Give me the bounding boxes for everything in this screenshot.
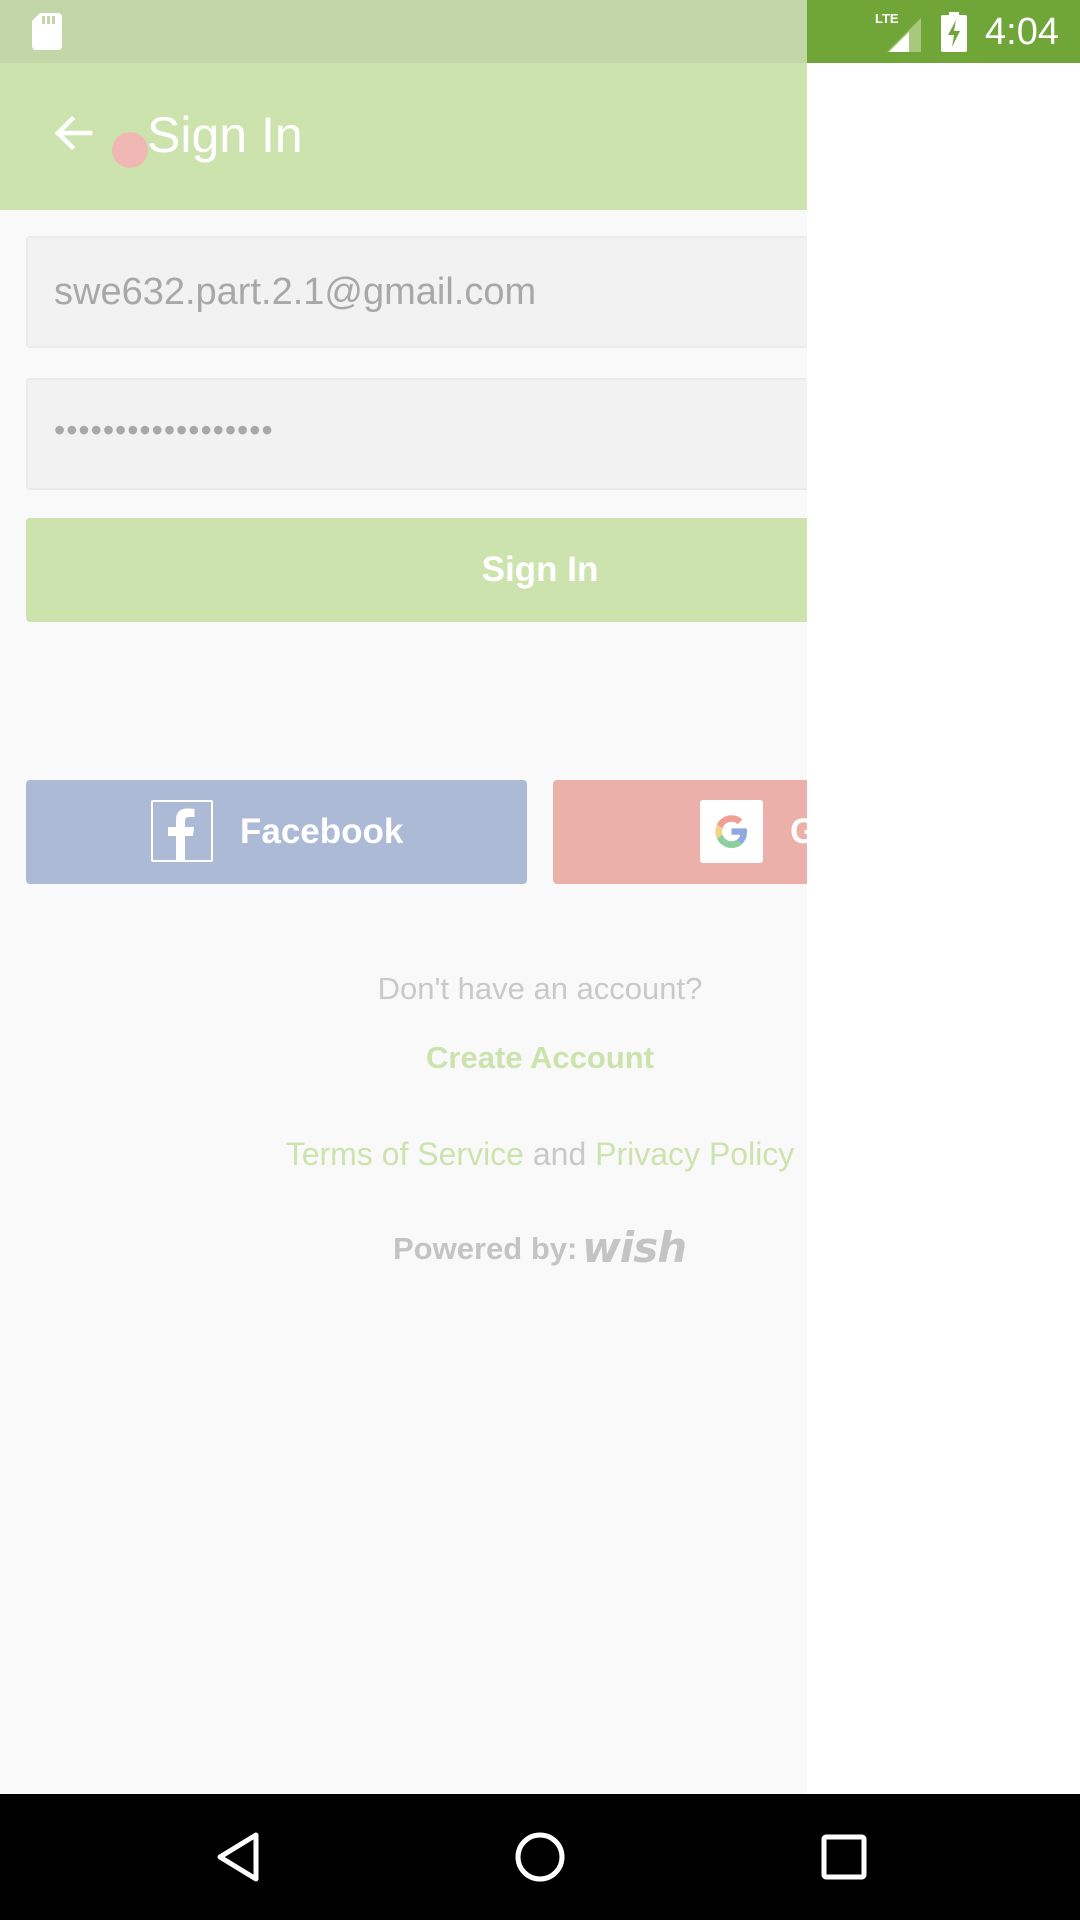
touch-indicator [112, 132, 148, 168]
password-field[interactable]: •••••••••••••••••• [26, 378, 807, 490]
app-bar: Sign In [0, 63, 807, 210]
nav-home-icon[interactable] [510, 1827, 570, 1887]
wish-logo: wish [582, 1223, 687, 1272]
facebook-icon [151, 800, 213, 862]
nav-recents-icon[interactable] [814, 1827, 874, 1887]
email-value: swe632.part.2.1@gmail.com [54, 271, 537, 313]
arrow-back-icon [54, 115, 93, 151]
google-icon [700, 800, 763, 863]
google-label: G [790, 812, 807, 851]
sign-in-screen: Sign In swe632.part.2.1@gmail.com ••••••… [0, 63, 807, 1794]
no-account-text: Don't have an account? [377, 971, 703, 1006]
sign-in-button[interactable]: Sign In [26, 518, 807, 622]
legal-links: Terms of Service and Privacy Policy [0, 1129, 807, 1179]
password-value: •••••••••••••••••• [54, 412, 274, 448]
create-account-link[interactable]: Create Account [0, 1035, 807, 1081]
facebook-label: Facebook [240, 812, 404, 851]
facebook-login-button[interactable]: Facebook [26, 780, 527, 884]
privacy-policy-link[interactable]: Privacy Policy [595, 1136, 794, 1172]
email-field[interactable]: swe632.part.2.1@gmail.com [26, 236, 807, 348]
nav-back-icon[interactable] [210, 1827, 270, 1887]
back-button[interactable] [38, 95, 148, 175]
powered-by-text: Powered by: [393, 1231, 578, 1266]
sign-in-button-label: Sign In [481, 550, 599, 589]
sd-card-icon [32, 13, 62, 50]
terms-of-service-link[interactable]: Terms of Service [286, 1136, 524, 1172]
svg-text:LTE: LTE [875, 11, 899, 26]
google-login-button[interactable]: G [553, 780, 807, 884]
lte-signal-icon: LTE [875, 11, 921, 52]
battery-charging-icon [941, 12, 967, 52]
page-title: Sign In [147, 107, 303, 163]
status-time: 4:04 [985, 11, 1059, 53]
navigation-bar [0, 1794, 1080, 1920]
legal-and-text: and [523, 1136, 596, 1172]
status-bar: LTE 4:04 [0, 0, 1080, 63]
